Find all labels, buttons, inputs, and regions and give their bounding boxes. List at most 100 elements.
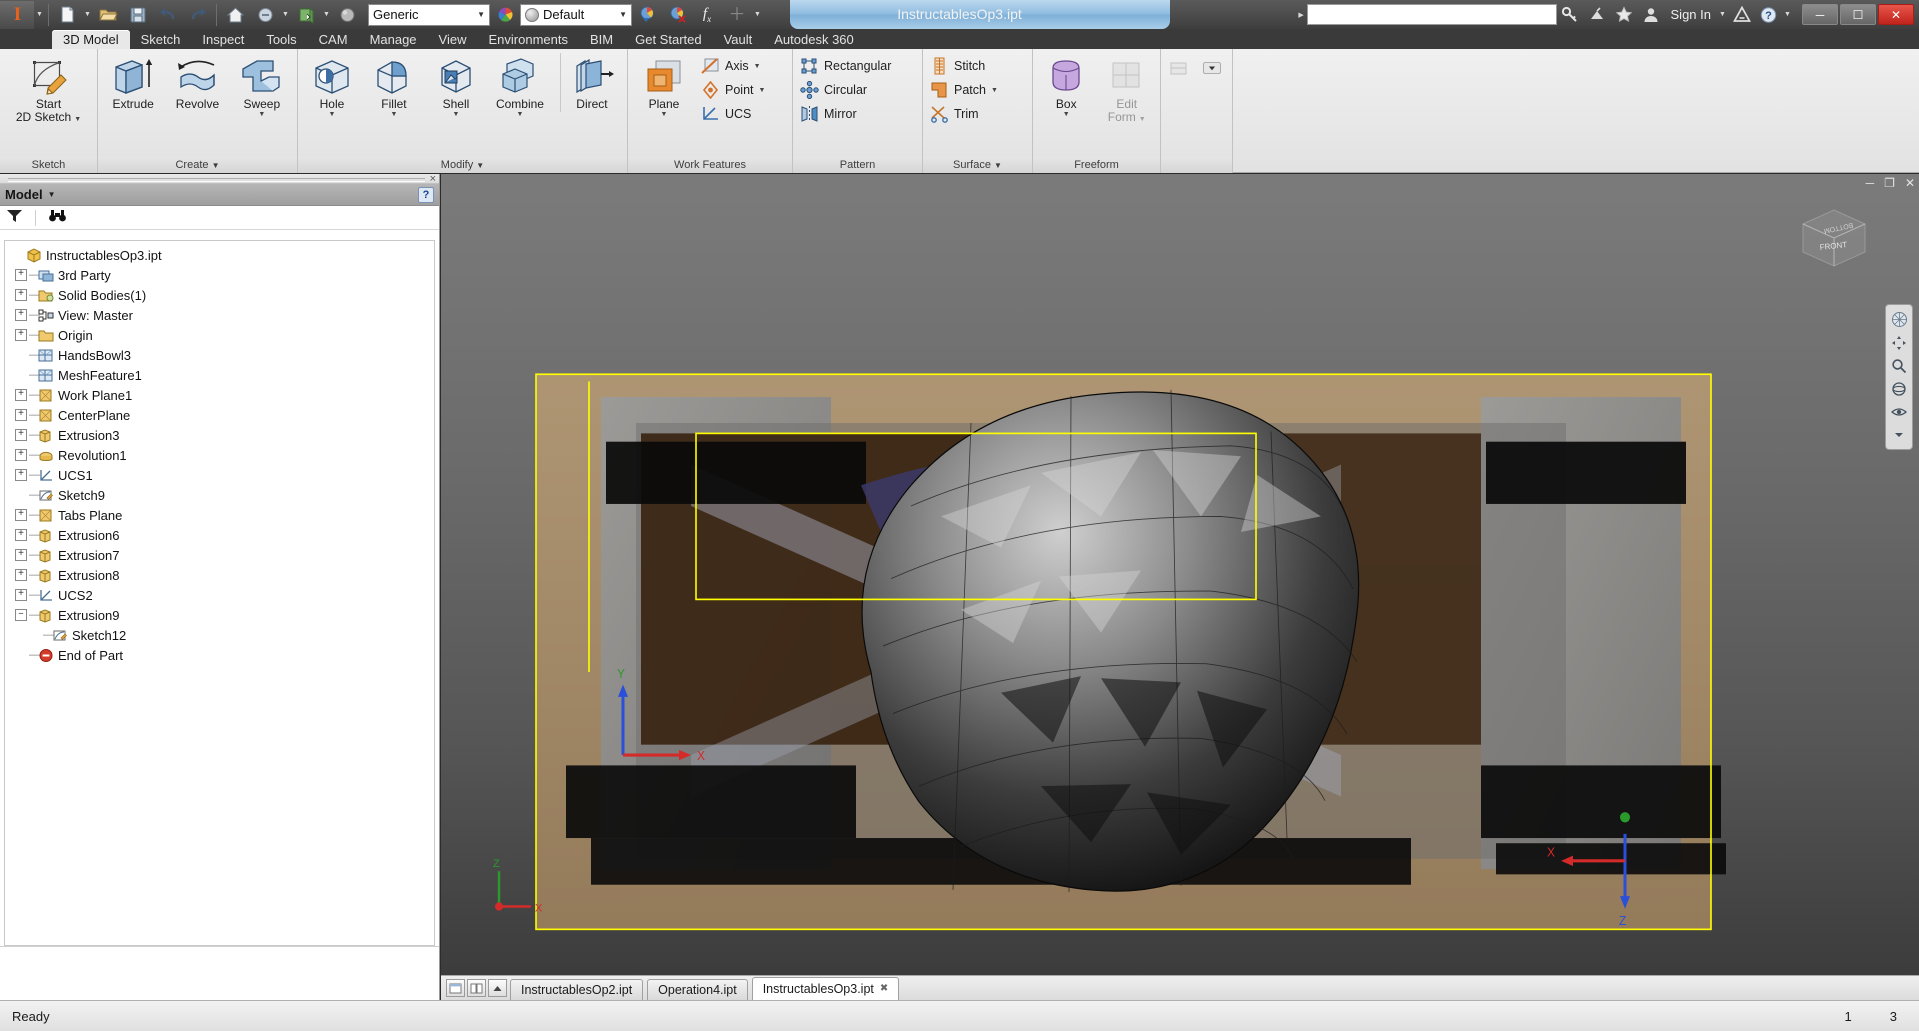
tree-node-work-plane1[interactable]: + — Work Plane1 <box>5 385 434 405</box>
appearance-combo[interactable]: Default ▼ <box>520 3 632 26</box>
convert-to-sheet-metal-icon[interactable] <box>1166 55 1194 81</box>
help-question-icon[interactable]: ? <box>1755 2 1782 28</box>
plane-button[interactable]: Plane ▼ <box>631 53 697 120</box>
hole-button[interactable]: Hole ▼ <box>306 53 358 120</box>
doc-tab-instructablesop3[interactable]: InstructablesOp3.ipt ✖ <box>751 977 900 1000</box>
expand-icon[interactable]: + <box>15 509 27 521</box>
chevron-down-icon[interactable]: ▼ <box>258 111 265 119</box>
expand-icon[interactable]: + <box>15 449 27 461</box>
tree-node-centerplane[interactable]: + — CenterPlane <box>5 405 434 425</box>
tab-manage[interactable]: Manage <box>359 30 428 49</box>
maximize-button[interactable]: ☐ <box>1840 4 1876 25</box>
tab-view[interactable]: View <box>428 30 478 49</box>
favorites-star-icon[interactable] <box>1611 2 1638 28</box>
tab-sketch[interactable]: Sketch <box>130 30 192 49</box>
tree-node-extrusion8[interactable]: + — Extrusion8 <box>5 565 434 585</box>
expand-icon[interactable]: + <box>15 569 27 581</box>
tree-node-meshfeature1[interactable]: — MeshFeature1 <box>5 365 434 385</box>
close-icon[interactable]: × <box>430 173 436 185</box>
full-navigation-wheel-icon[interactable] <box>1886 308 1912 331</box>
expand-icon[interactable]: + <box>15 289 27 301</box>
autodesk-exchange-icon[interactable] <box>1728 2 1755 28</box>
chevron-down-icon[interactable]: ▼ <box>212 161 220 170</box>
tree-node-handsbowl3[interactable]: — HandsBowl3 <box>5 345 434 365</box>
avatar[interactable] <box>1638 2 1665 28</box>
ucs-button[interactable]: UCS <box>697 102 770 126</box>
tree-node-end-of-part[interactable]: — End of Part <box>5 645 434 665</box>
tab-vault[interactable]: Vault <box>713 30 764 49</box>
save-icon[interactable] <box>123 2 153 28</box>
fillet-button[interactable]: Fillet ▼ <box>368 53 420 120</box>
tree-node-ucs1[interactable]: + — UCS1 <box>5 465 434 485</box>
shell-button[interactable]: Shell ▼ <box>430 53 482 120</box>
chevron-down-icon[interactable]: ▼ <box>391 111 398 119</box>
chevron-down-icon[interactable]: ▼ <box>1063 111 1070 119</box>
help-dropdown-icon[interactable]: ▼ <box>1782 11 1793 18</box>
material-combo[interactable]: Generic ▼ <box>368 3 490 26</box>
chevron-down-icon[interactable]: ▼ <box>74 116 81 124</box>
search-key-icon[interactable] <box>1557 2 1584 28</box>
tab-3d-model[interactable]: 3D Model <box>52 30 130 49</box>
tree-node-sketch9[interactable]: — Sketch9 <box>5 485 434 505</box>
chevron-down-icon[interactable]: ▼ <box>749 63 761 70</box>
tree-node-ucs2[interactable]: + — UCS2 <box>5 585 434 605</box>
tab-inspect[interactable]: Inspect <box>191 30 255 49</box>
return-dropdown-icon[interactable]: ▼ <box>280 11 291 18</box>
chevron-down-icon[interactable]: ▼ <box>986 87 998 94</box>
doc-tab-operation4[interactable]: Operation4.ipt <box>647 979 748 1000</box>
qat-dropdown-icon[interactable]: ▼ <box>752 11 763 18</box>
search-input[interactable] <box>1306 4 1557 25</box>
appearance-wheel-icon[interactable] <box>490 2 520 28</box>
tree-node-extrusion9[interactable]: – — Extrusion9 <box>5 605 434 625</box>
direct-button[interactable]: Direct <box>559 53 619 112</box>
open-file-icon[interactable] <box>93 2 123 28</box>
gfx-close-button[interactable]: ✕ <box>1905 176 1915 190</box>
chevron-down-icon[interactable]: ▼ <box>1139 116 1146 124</box>
expand-icon[interactable]: + <box>15 409 27 421</box>
tab-get-started[interactable]: Get Started <box>624 30 712 49</box>
tree-node-origin[interactable]: + — Origin <box>5 325 434 345</box>
tab-bim[interactable]: BIM <box>579 30 624 49</box>
chevron-down-icon[interactable]: ▼ <box>43 190 56 199</box>
subscription-icon[interactable] <box>1584 2 1611 28</box>
undo-icon[interactable] <box>153 2 183 28</box>
chevron-down-icon[interactable]: ▼ <box>516 111 523 119</box>
tree-node-revolution1[interactable]: + — Revolution1 <box>5 445 434 465</box>
update-dropdown-icon[interactable]: ▼ <box>321 11 332 18</box>
tab-environments[interactable]: Environments <box>478 30 579 49</box>
update-icon[interactable] <box>291 2 321 28</box>
chevron-down-icon[interactable]: ▼ <box>754 87 766 94</box>
look-at-icon[interactable] <box>1886 400 1912 423</box>
chevron-down-icon[interactable]: ▼ <box>1717 11 1728 18</box>
panel-overflow-dropdown-icon[interactable] <box>1199 55 1227 81</box>
zoom-icon[interactable] <box>1886 354 1912 377</box>
expand-icon[interactable]: + <box>15 529 27 541</box>
gfx-restore-button[interactable]: ❐ <box>1884 176 1895 190</box>
tree-node-3rd-party[interactable]: + — 3rd Party <box>5 265 434 285</box>
minimize-button[interactable]: ─ <box>1802 4 1838 25</box>
tab-tools[interactable]: Tools <box>255 30 307 49</box>
adjust-appearance-icon[interactable] <box>632 2 662 28</box>
gfx-minimize-button[interactable]: ─ <box>1866 176 1875 190</box>
view-scroll-button[interactable] <box>488 979 507 997</box>
tree-node-sketch12[interactable]: — Sketch12 <box>5 625 434 645</box>
expand-icon[interactable]: + <box>15 549 27 561</box>
rectangular-pattern-button[interactable]: Rectangular <box>796 54 896 78</box>
navbar-dropdown-icon[interactable] <box>1886 423 1912 446</box>
doc-tab-instructablesop2[interactable]: InstructablesOp2.ipt <box>510 979 644 1000</box>
material-sphere-icon[interactable] <box>332 2 362 28</box>
chevron-down-icon[interactable]: ▼ <box>329 111 336 119</box>
pan-icon[interactable] <box>1886 331 1912 354</box>
trim-button[interactable]: Trim <box>926 102 1003 126</box>
model-viewport[interactable]: Y X Z X Z X <box>441 174 1919 975</box>
orbit-icon[interactable] <box>1886 377 1912 400</box>
tree-node-part-document[interactable]: InstructablesOp3.ipt <box>5 245 434 265</box>
stitch-button[interactable]: Stitch <box>926 54 1003 78</box>
tab-cam[interactable]: CAM <box>308 30 359 49</box>
expand-icon[interactable]: + <box>15 329 27 341</box>
mirror-button[interactable]: Mirror <box>796 102 896 126</box>
axis-button[interactable]: Axis ▼ <box>697 54 770 78</box>
expand-icon[interactable]: + <box>15 589 27 601</box>
chevron-down-icon[interactable]: ▼ <box>661 111 668 119</box>
expand-icon[interactable]: + <box>15 389 27 401</box>
